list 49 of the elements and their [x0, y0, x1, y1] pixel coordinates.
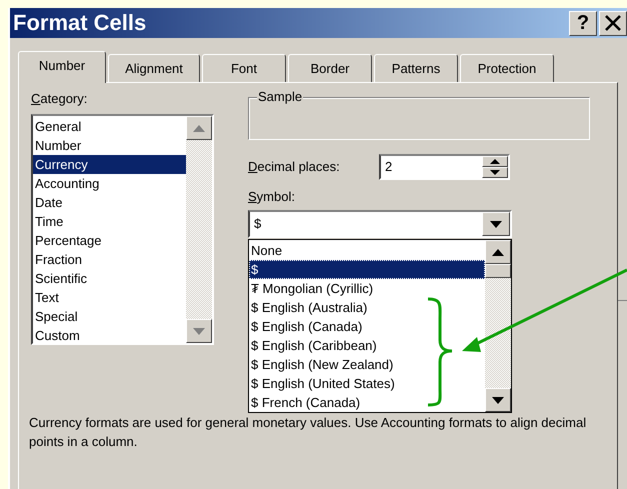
scroll-down-icon — [193, 328, 205, 334]
dropdown-option[interactable]: None — [249, 241, 485, 260]
description-text: Currency formats are used for general monetary values. Use Accounting formats to align decimal points in a column. — [29, 414, 588, 451]
list-item[interactable]: Fraction — [33, 250, 186, 269]
list-item[interactable]: Custom — [33, 326, 186, 345]
scroll-down-icon — [492, 396, 504, 404]
dropdown-option[interactable]: $ — [249, 260, 485, 279]
scroll-up-icon — [193, 124, 205, 132]
scrollbar[interactable] — [186, 116, 212, 343]
list-item[interactable]: Text — [33, 288, 186, 307]
help-button[interactable]: ? — [569, 10, 597, 36]
dropdown-option[interactable]: $ English (New Zealand) — [249, 355, 485, 374]
dropdown-option[interactable]: $ English (United States) — [249, 374, 485, 393]
symbol-dropdown[interactable]: $ — [248, 210, 512, 238]
category-list[interactable]: General Number Currency Accounting Date Time Percentage Fraction Scientific Text Special Custom — [31, 114, 214, 345]
tab[interactable]: Patterns — [374, 54, 458, 82]
dropdown-arrow-icon — [490, 220, 502, 228]
dropdown-option[interactable]: $ English (Australia) — [249, 298, 485, 317]
list-item[interactable]: Special — [33, 307, 186, 326]
close-button[interactable] — [599, 10, 627, 36]
tab[interactable]: Alignment — [108, 54, 200, 82]
list-item[interactable]: Currency — [33, 155, 186, 174]
increment-icon — [490, 159, 500, 164]
window-title: Format Cells — [13, 10, 146, 36]
close-icon — [604, 14, 622, 32]
symbol-label: Symbol: — [248, 188, 296, 206]
tab[interactable]: Border — [288, 54, 372, 82]
tab[interactable]: Protection — [460, 54, 554, 82]
list-item[interactable]: Date — [33, 193, 186, 212]
decimal-places-label: Decimal places: — [248, 158, 341, 176]
tab[interactable]: Font — [202, 54, 286, 82]
dropdown-option[interactable]: ₮ Mongolian (Cyrillic) — [249, 279, 485, 298]
scroll-thumb[interactable] — [485, 264, 511, 278]
list-item[interactable]: Time — [33, 212, 186, 231]
scrollbar[interactable] — [485, 240, 511, 412]
decrement-icon — [490, 170, 500, 175]
list-item[interactable]: Scientific — [33, 269, 186, 288]
dropdown-option[interactable]: $ English (Caribbean) — [249, 336, 485, 355]
dropdown-option[interactable]: $ French (Canada) — [249, 393, 485, 412]
decimal-places-spinner[interactable]: 2 — [379, 154, 510, 180]
list-item[interactable]: Accounting — [33, 174, 186, 193]
category-label: Category: — [31, 90, 88, 108]
dropdown-option[interactable]: $ English (Canada) — [249, 317, 485, 336]
symbol-options-list[interactable]: None $ ₮ Mongolian (Cyrillic) $ English (Australia) $ English (Canada) $ English (Caribbean) $ English (New Zealand) $ English (United States) $ French (Canada) — [248, 239, 512, 413]
scroll-up-icon — [492, 248, 504, 256]
list-item[interactable]: Percentage — [33, 231, 186, 250]
tab[interactable]: Number — [18, 51, 106, 83]
list-item[interactable]: General — [33, 117, 186, 136]
list-item[interactable]: Number — [33, 136, 186, 155]
